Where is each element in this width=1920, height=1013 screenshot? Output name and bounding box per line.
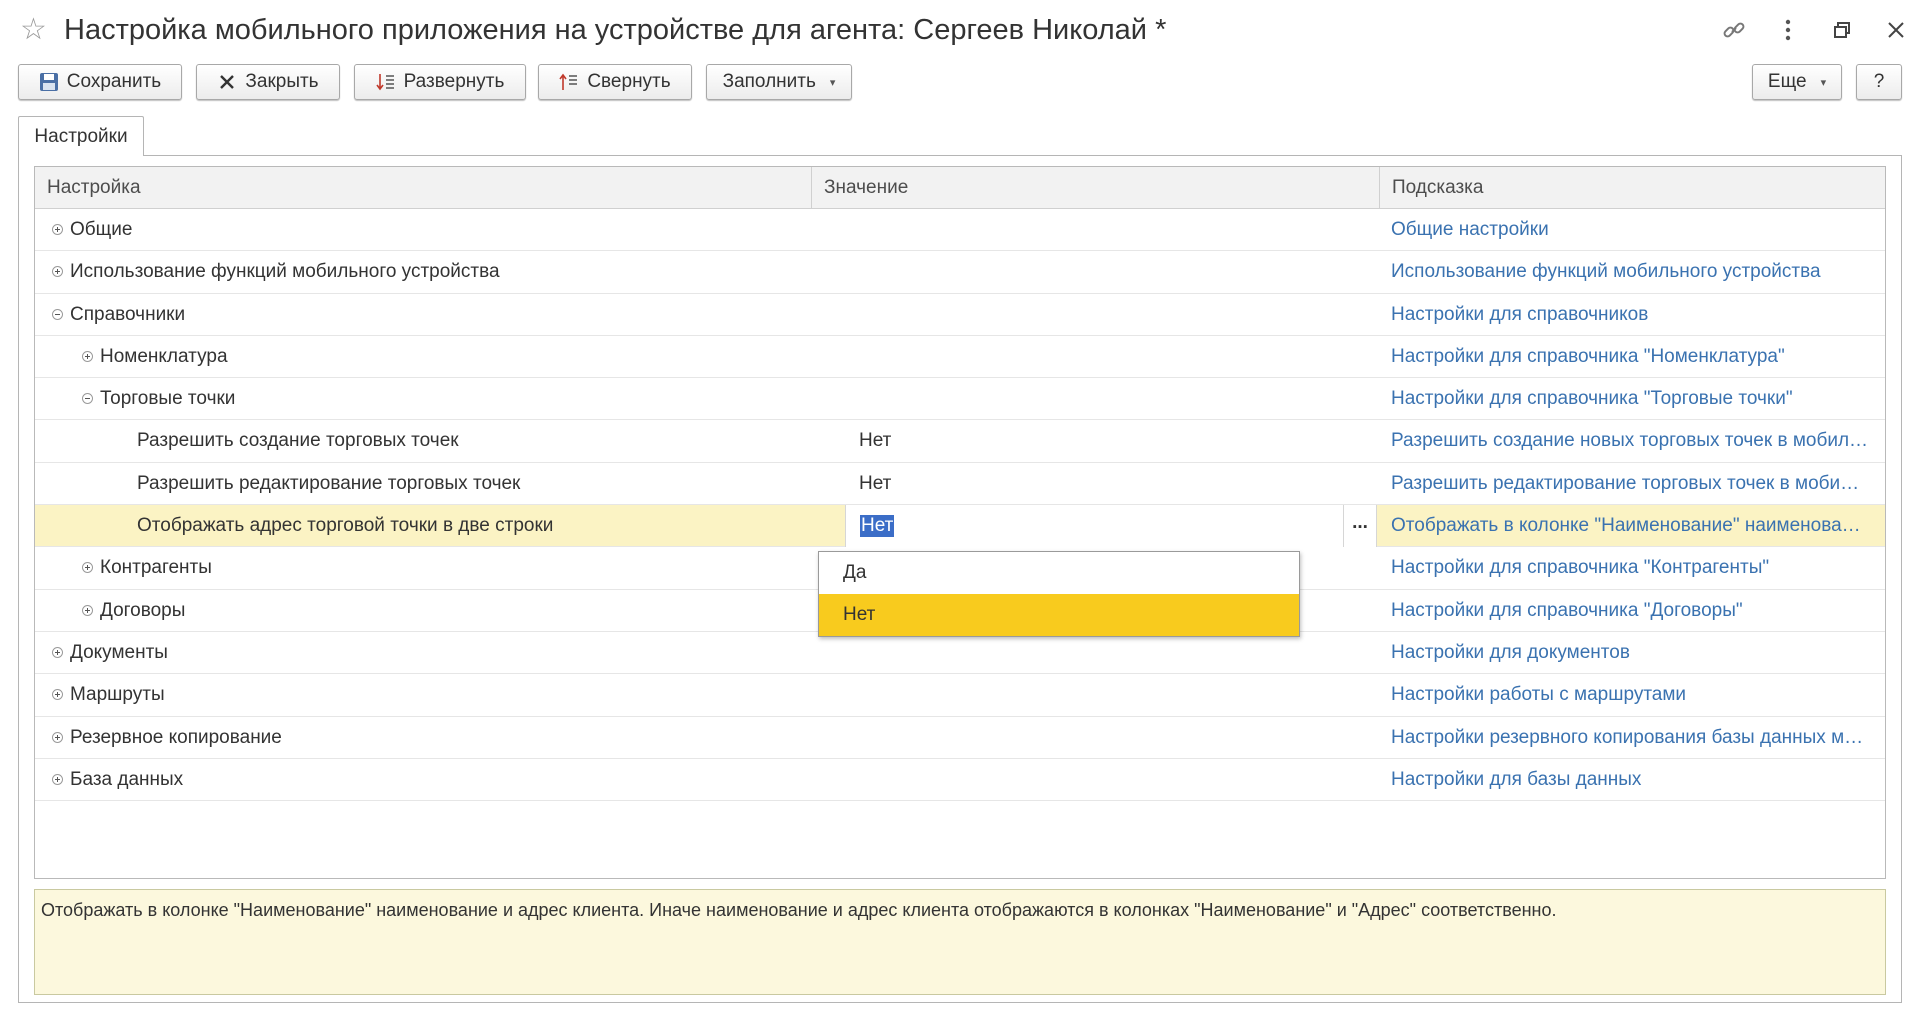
setting-hint-link[interactable]: Настройки для справочника "Контрагенты"	[1391, 547, 1869, 589]
setting-value[interactable]: Нет	[859, 420, 891, 462]
expand-button-label: Развернуть	[403, 71, 505, 92]
setting-hint-link[interactable]: Разрешить создание новых торговых точек …	[1391, 420, 1869, 462]
setting-hint-link[interactable]: Настройки для справочника "Номенклатура"	[1391, 336, 1869, 378]
tab-settings-label: Настройки	[34, 125, 128, 147]
dropdown-option[interactable]: Да	[819, 552, 1299, 594]
column-header-hint[interactable]: Подсказка	[1379, 167, 1885, 209]
collapse-button[interactable]: Свернуть	[538, 64, 692, 100]
setting-name: Договоры	[100, 599, 186, 621]
expand-plus-icon[interactable]	[52, 266, 63, 278]
collapse-tree-icon	[559, 72, 579, 92]
tab-settings[interactable]: Настройки	[18, 116, 144, 156]
setting-hint-link[interactable]: Разрешить редактирование торговых точек …	[1391, 463, 1869, 505]
close-button[interactable]: Закрыть	[196, 64, 340, 100]
save-button[interactable]: Сохранить	[18, 64, 182, 100]
setting-name: База данных	[70, 768, 184, 790]
fill-button[interactable]: Заполнить ▾	[706, 64, 852, 100]
save-button-label: Сохранить	[66, 71, 162, 92]
table-header: Настройка Значение Подсказка	[35, 167, 1885, 209]
setting-hint-link[interactable]: Отображать в колонке "Наименование" наим…	[1391, 505, 1869, 547]
more-button-label: Еще	[1767, 71, 1807, 92]
table-row[interactable]: Справочники Настройки для справочников	[35, 294, 1885, 336]
help-button-label: ?	[1873, 71, 1885, 92]
setting-value[interactable]: Нет	[859, 463, 891, 505]
table-row[interactable]: Документы Настройки для документов	[35, 632, 1885, 675]
value-input-text: Нет	[860, 515, 895, 538]
expand-plus-icon[interactable]	[82, 604, 93, 616]
expand-plus-icon[interactable]	[52, 731, 63, 743]
expand-plus-icon[interactable]	[52, 224, 63, 235]
collapse-button-label: Свернуть	[587, 71, 671, 92]
setting-hint-link[interactable]: Использование функций мобильного устройс…	[1391, 251, 1869, 293]
setting-hint-link[interactable]: Настройки для справочников	[1391, 294, 1869, 336]
chevron-down-icon: ▾	[829, 76, 836, 89]
toolbar: Сохранить Закрыть Развернуть Свернуть За…	[18, 64, 1902, 102]
hint-panel-text: Отображать в колонке "Наименование" наим…	[41, 900, 1557, 920]
settings-table: Настройка Значение Подсказка Общие Общие …	[34, 166, 1886, 879]
expand-plus-icon[interactable]	[82, 350, 93, 362]
setting-name: Контрагенты	[100, 557, 212, 579]
expand-plus-icon[interactable]	[52, 773, 63, 785]
expand-tree-icon	[376, 72, 396, 92]
setting-name: Документы	[70, 641, 168, 663]
link-icon[interactable]	[1720, 16, 1748, 44]
setting-name: Справочники	[70, 303, 186, 325]
expand-plus-icon[interactable]	[52, 689, 63, 701]
setting-hint-link[interactable]: Настройки резервного копирования базы да…	[1391, 717, 1869, 759]
select-value-button[interactable]: ...	[1343, 505, 1376, 548]
window-title: Настройка мобильного приложения на устро…	[64, 14, 1167, 46]
table-row[interactable]: Использование функций мобильного устройс…	[35, 251, 1885, 294]
close-button-label: Закрыть	[245, 71, 319, 92]
floppy-disk-icon	[39, 72, 59, 92]
setting-name: Общие	[70, 219, 133, 240]
close-icon[interactable]	[1882, 16, 1910, 44]
table-row[interactable]: Отображать адрес торговой точки в две ст…	[35, 505, 1885, 548]
setting-name: Маршруты	[70, 684, 165, 706]
table-row[interactable]: Торговые точки Настройки для справочника …	[35, 378, 1885, 421]
table-row[interactable]: Общие Общие настройки	[35, 209, 1885, 252]
table-row[interactable]: Номенклатура Настройки для справочника "Н…	[35, 336, 1885, 379]
value-dropdown-list: Да Нет	[818, 551, 1300, 637]
close-x-icon	[217, 72, 237, 92]
table-row[interactable]: Разрешить редактирование торговых точек Н…	[35, 463, 1885, 506]
expand-plus-icon[interactable]	[82, 562, 93, 574]
setting-name: Резервное копирование	[70, 726, 282, 748]
column-header-value[interactable]: Значение	[811, 167, 1379, 209]
expand-button[interactable]: Развернуть	[354, 64, 526, 100]
setting-hint-link[interactable]: Настройки для базы данных	[1391, 759, 1869, 801]
setting-name: Разрешить редактирование торговых точек	[137, 472, 521, 494]
setting-name: Торговые точки	[100, 388, 236, 410]
table-row[interactable]: Разрешить создание торговых точек Нет Разр…	[35, 420, 1885, 463]
more-button[interactable]: Еще ▾	[1752, 64, 1842, 100]
setting-hint-link[interactable]: Настройки для документов	[1391, 632, 1869, 674]
expand-plus-icon[interactable]	[52, 646, 63, 658]
collapse-minus-icon[interactable]	[52, 308, 63, 320]
setting-name: Разрешить создание торговых точек	[137, 430, 459, 452]
more-vertical-icon[interactable]	[1774, 16, 1802, 44]
star-icon[interactable]: ☆	[20, 14, 47, 46]
table-body: Общие Общие настройки Использование функци…	[35, 209, 1885, 802]
table-row[interactable]: Маршруты Настройки работы с маршрутами	[35, 674, 1885, 717]
table-row[interactable]: Резервное копирование Настройки резервног…	[35, 717, 1885, 759]
chevron-down-icon: ▾	[1820, 76, 1827, 89]
setting-name: Использование функций мобильного устройс…	[70, 261, 500, 283]
setting-hint-link[interactable]: Настройки для справочника "Договоры"	[1391, 590, 1869, 632]
fill-button-label: Заполнить	[722, 71, 816, 92]
setting-hint-link[interactable]: Общие настройки	[1391, 209, 1869, 251]
hint-panel: Отображать в колонке "Наименование" наим…	[34, 889, 1886, 995]
column-header-setting[interactable]: Настройка	[35, 167, 811, 209]
setting-name: Номенклатура	[100, 345, 228, 367]
help-button[interactable]: ?	[1856, 64, 1902, 100]
value-input[interactable]: Нет...	[845, 505, 1377, 548]
setting-name: Отображать адрес торговой точки в две ст…	[137, 515, 554, 537]
title-bar: ☆ Настройка мобильного приложения на уст…	[0, 0, 1920, 60]
window-controls	[1720, 14, 1910, 46]
dropdown-option[interactable]: Нет	[819, 594, 1299, 636]
restore-window-icon[interactable]	[1828, 16, 1856, 44]
collapse-minus-icon[interactable]	[82, 393, 93, 405]
setting-hint-link[interactable]: Настройки для справочника "Торговые точк…	[1391, 378, 1869, 420]
setting-hint-link[interactable]: Настройки работы с маршрутами	[1391, 674, 1869, 716]
table-row[interactable]: База данных Настройки для базы данных	[35, 759, 1885, 802]
